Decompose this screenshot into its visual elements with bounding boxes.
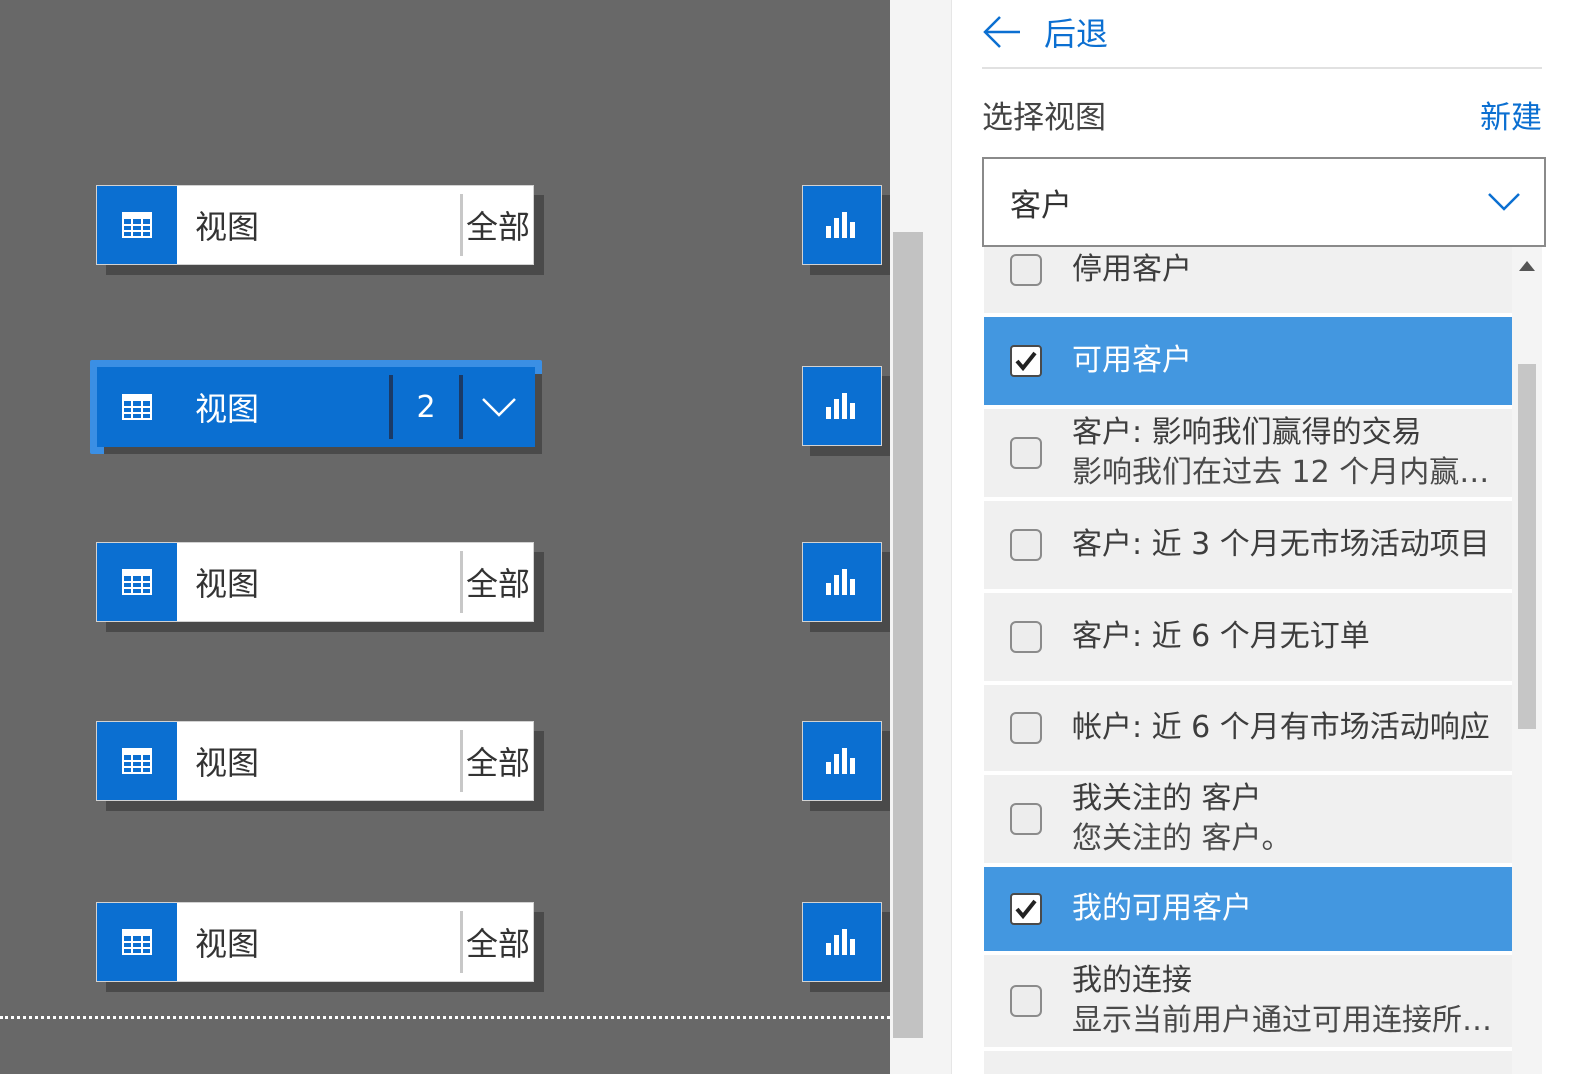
tile-label: 视图	[195, 565, 260, 603]
view-checkbox[interactable]	[1010, 529, 1042, 561]
view-subtitle: 您关注的 客户。	[1072, 821, 1292, 856]
tile-box[interactable]: 视图 全部	[96, 721, 534, 801]
tile-filter[interactable]: 全部	[463, 903, 533, 981]
bar-chart-icon	[802, 542, 882, 622]
view-subtitle: 影响我们在过去 12 个月内赢…	[1072, 455, 1490, 490]
back-label: 后退	[1044, 15, 1109, 53]
grid-icon	[97, 903, 177, 981]
view-title: 客户: 影响我们赢得的交易	[1072, 415, 1422, 450]
view-properties-panel: 后退 选择视图 新建 客户 停用客户 可用客户 客户: 影响我们赢得的交易 影响…	[952, 0, 1585, 1074]
view-checkbox[interactable]	[1010, 254, 1042, 286]
view-title: 客户: 近 3 个月无市场活动项目	[1072, 527, 1490, 562]
view-subtitle: 显示当前用户通过可用连接所…	[1072, 1003, 1492, 1038]
list-item-view[interactable]: 客户: 影响我们赢得的交易 影响我们在过去 12 个月内赢…	[984, 409, 1512, 501]
arrow-left-icon	[983, 16, 1020, 48]
checkmark-icon	[1015, 899, 1037, 919]
canvas-boundary-line	[0, 1016, 890, 1019]
grid-icon	[97, 543, 177, 621]
divider	[982, 67, 1542, 69]
chart-tile[interactable]	[802, 185, 890, 275]
tile-filter[interactable]: 全部	[463, 722, 533, 800]
bar-chart-icon	[802, 721, 882, 801]
select-view-label: 选择视图	[982, 100, 1106, 136]
view-title: 停用客户	[1072, 252, 1192, 287]
view-checkbox[interactable]	[1010, 712, 1042, 744]
view-tile-selected[interactable]: 视图 2	[90, 360, 542, 454]
scroll-thumb[interactable]	[1518, 364, 1536, 729]
chevron-down-icon[interactable]	[463, 367, 535, 447]
tile-label: 视图	[195, 208, 260, 246]
view-checkbox[interactable]	[1010, 893, 1042, 925]
tile-label: 视图	[195, 925, 260, 963]
tile-label: 视图	[195, 744, 260, 782]
list-item-view[interactable]: 客户: 近 6 个月无订单	[984, 593, 1512, 685]
grid-icon	[97, 186, 177, 264]
view-checkbox[interactable]	[1010, 803, 1042, 835]
tile-filter[interactable]: 全部	[463, 186, 533, 264]
scroll-up-icon[interactable]	[1519, 261, 1535, 271]
dashboard-canvas: 视图 全部 视图 2 视图 全部 视图 全部 视图 全部	[0, 0, 890, 1074]
view-title: 我关注的 客户	[1072, 781, 1262, 816]
view-tile[interactable]: 视图 全部	[96, 185, 544, 275]
view-list: 停用客户 可用客户 客户: 影响我们赢得的交易 影响我们在过去 12 个月内赢……	[984, 247, 1512, 1074]
tile-filter[interactable]: 全部	[463, 543, 533, 621]
bar-chart-icon	[802, 902, 882, 982]
canvas-scrollbar[interactable]	[893, 232, 923, 1038]
list-scrollbar[interactable]	[1512, 247, 1542, 1074]
tile-box[interactable]: 视图 全部	[96, 902, 534, 982]
chart-tile[interactable]	[802, 366, 890, 456]
view-title: 可用客户	[1072, 343, 1192, 378]
entity-dropdown[interactable]: 客户	[982, 157, 1546, 247]
entity-dropdown-value: 客户	[1010, 187, 1072, 224]
grid-icon	[97, 722, 177, 800]
view-checkbox[interactable]	[1010, 985, 1042, 1017]
view-title: 我的可用客户	[1072, 891, 1252, 926]
view-checkbox[interactable]	[1010, 437, 1042, 469]
bar-chart-icon	[802, 366, 882, 446]
view-tile[interactable]: 视图 全部	[96, 902, 544, 992]
view-title: 客户: 近 6 个月无订单	[1072, 619, 1370, 654]
checkmark-icon	[1015, 351, 1037, 371]
list-item-view[interactable]: 我的连接 显示当前用户通过可用连接所…	[984, 955, 1512, 1051]
view-title: 帐户: 近 6 个月有市场活动响应	[1072, 710, 1490, 745]
tile-box[interactable]: 视图 全部	[96, 185, 534, 265]
chart-tile[interactable]	[802, 902, 890, 992]
view-tile[interactable]: 视图 全部	[96, 721, 544, 811]
new-view-link[interactable]: 新建	[1480, 92, 1542, 137]
list-item-view[interactable]: 可用客户	[984, 317, 1512, 409]
tile-view-count: 2	[416, 389, 436, 425]
chevron-down-icon	[1464, 192, 1544, 212]
back-button[interactable]: 后退	[982, 4, 1108, 60]
grid-icon	[97, 367, 177, 447]
list-item-view[interactable]: 客户: 近 3 个月无市场活动项目	[984, 501, 1512, 593]
list-item-view[interactable]: 我的可用客户	[984, 867, 1512, 955]
list-item-view[interactable]: 我关注的 客户 您关注的 客户。	[984, 775, 1512, 867]
view-checkbox[interactable]	[1010, 621, 1042, 653]
tile-label: 视图	[195, 390, 260, 428]
view-checkbox[interactable]	[1010, 345, 1042, 377]
list-item-view[interactable]: 帐户: 近 6 个月有市场活动响应	[984, 685, 1512, 775]
tile-box[interactable]: 视图 全部	[96, 542, 534, 622]
chart-tile[interactable]	[802, 721, 890, 811]
view-title: 我的连接	[1072, 963, 1192, 998]
bar-chart-icon	[802, 185, 882, 265]
list-item-view[interactable]: 停用客户	[984, 247, 1512, 317]
view-tile[interactable]: 视图 全部	[96, 542, 544, 632]
tile-box[interactable]: 视图 2	[97, 367, 535, 447]
chart-tile[interactable]	[802, 542, 890, 632]
